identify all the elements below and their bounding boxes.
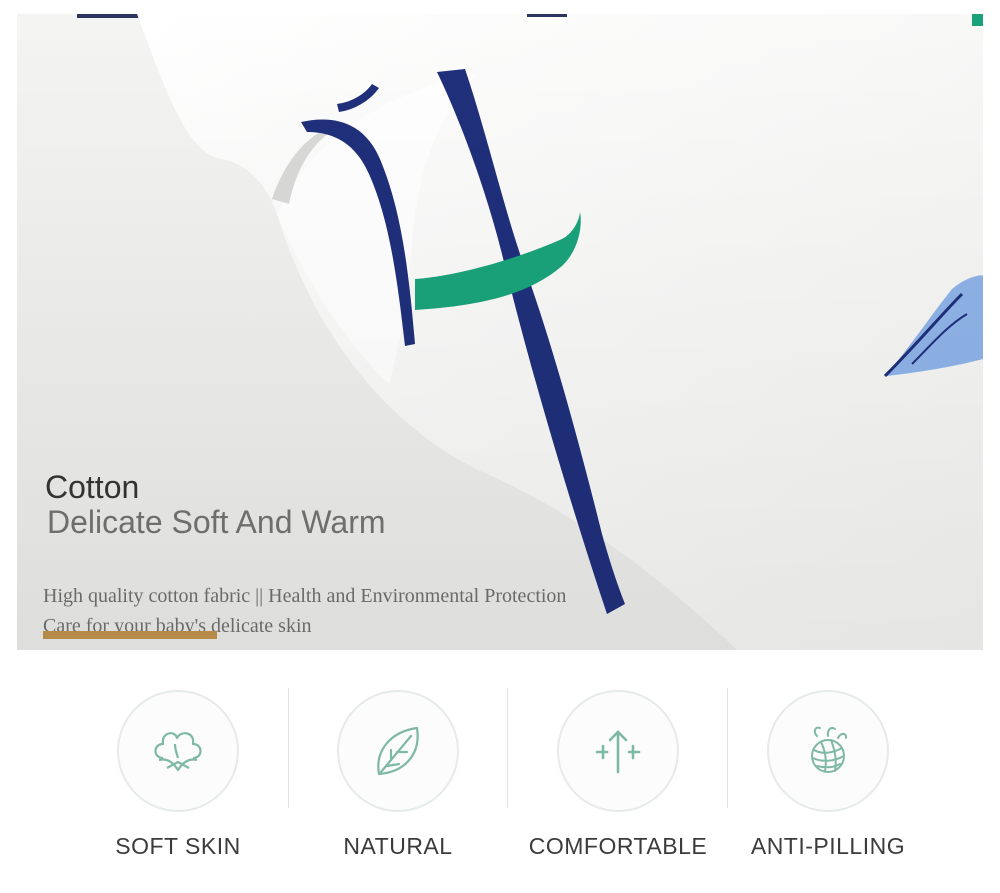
fabric-photo bbox=[17, 14, 983, 650]
feature-circle bbox=[767, 690, 889, 812]
feature-natural: NATURAL bbox=[288, 680, 508, 880]
yarn-ball-icon bbox=[811, 726, 848, 773]
hero-description-line1: High quality cotton fabric || Health and… bbox=[43, 585, 567, 607]
cotton-flower-icon bbox=[154, 732, 202, 772]
gold-accent-bar bbox=[43, 631, 217, 639]
feature-circle bbox=[557, 690, 679, 812]
hero-banner: Cotton Delicate Soft And Warm High quali… bbox=[17, 14, 983, 650]
hero-title: Cotton bbox=[45, 469, 140, 505]
stretch-arrows-icon bbox=[595, 730, 641, 774]
feature-label: ANTI-PILLING bbox=[750, 833, 906, 859]
hero-subtitle: Delicate Soft And Warm bbox=[47, 504, 386, 540]
feature-label: SOFT SKIN bbox=[115, 833, 241, 859]
feature-soft-skin: SOFT SKIN bbox=[68, 680, 288, 880]
feature-row: SOFT SKIN NATURAL COMFORTABLE ANTI-PILLI… bbox=[0, 680, 1000, 893]
feature-circle bbox=[117, 690, 239, 812]
leaf-icon bbox=[377, 726, 419, 776]
feature-label: NATURAL bbox=[343, 833, 453, 859]
feature-label: COMFORTABLE bbox=[528, 833, 708, 859]
feature-anti-pilling: ANTI-PILLING bbox=[718, 680, 938, 880]
feature-comfortable: COMFORTABLE bbox=[508, 680, 728, 880]
feature-circle bbox=[337, 690, 459, 812]
